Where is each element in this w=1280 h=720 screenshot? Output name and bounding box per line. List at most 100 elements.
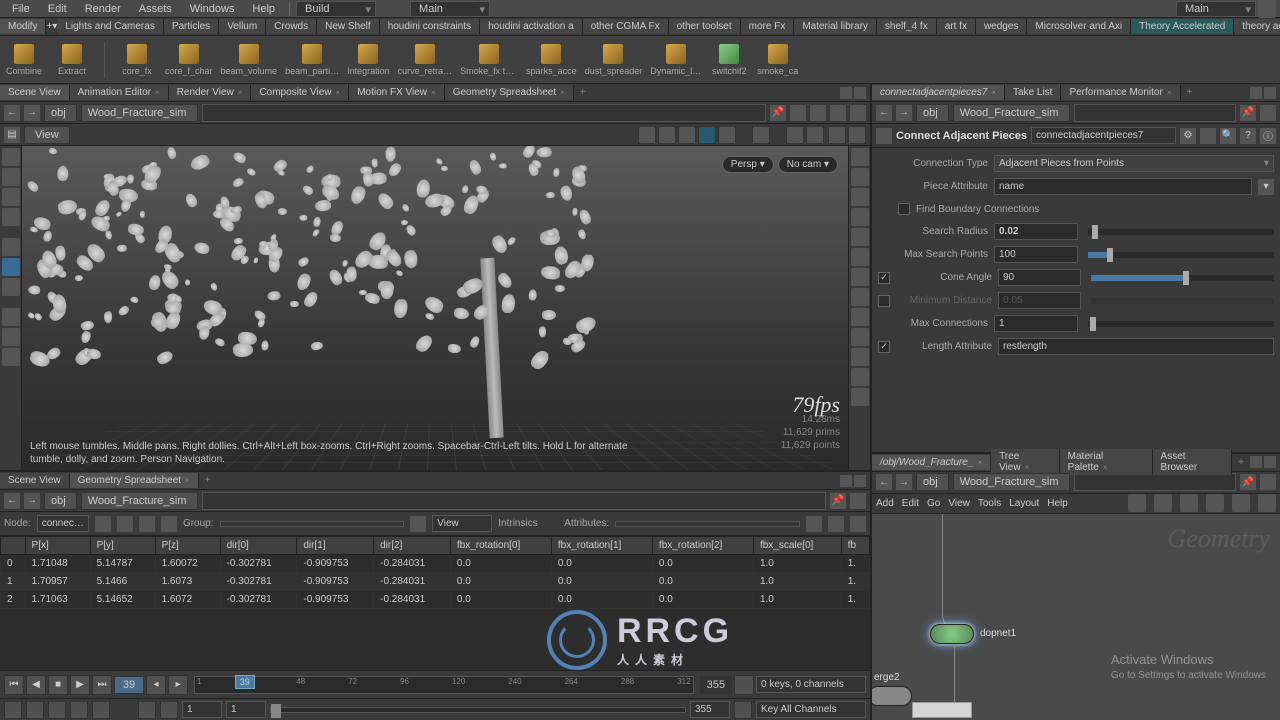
forward-button[interactable]: →: [896, 105, 912, 121]
prev-key-button[interactable]: ◂: [146, 675, 166, 695]
status-icon[interactable]: [138, 701, 156, 719]
column-header[interactable]: fbx_scale[0]: [753, 537, 841, 555]
tab-material-palette[interactable]: Material Palette×: [1060, 449, 1153, 475]
tab-geo-spreadsheet[interactable]: Geometry Spreadsheet×: [445, 85, 574, 100]
close-icon[interactable]: ×: [1025, 463, 1030, 472]
search-radius-slider[interactable]: [1088, 229, 1274, 235]
options-icon[interactable]: [828, 516, 844, 532]
display-icon[interactable]: [830, 105, 846, 121]
link-icon[interactable]: [850, 493, 866, 509]
column-header[interactable]: P[y]: [90, 537, 155, 555]
cell[interactable]: 0.0: [652, 555, 753, 573]
help-icon[interactable]: [1258, 0, 1276, 18]
tab-asset-browser[interactable]: Asset Browser: [1153, 449, 1233, 475]
group-field[interactable]: [220, 521, 405, 527]
pane-menu-icon[interactable]: [1250, 456, 1262, 468]
range-end[interactable]: 355: [690, 701, 730, 718]
pane-menu-icon[interactable]: [840, 87, 852, 99]
back-button[interactable]: ←: [876, 474, 892, 490]
cell[interactable]: 1: [1, 573, 26, 591]
realtime-icon[interactable]: [734, 675, 754, 695]
status-icon[interactable]: [70, 701, 88, 719]
current-frame[interactable]: 39: [114, 676, 144, 694]
path-crumb-node[interactable]: Wood_Fracture_sim: [953, 473, 1070, 491]
cell[interactable]: 1.6073: [155, 573, 220, 591]
help-icon[interactable]: [848, 126, 866, 144]
back-button[interactable]: ←: [4, 105, 20, 121]
net-menu-tools[interactable]: Tools: [978, 498, 1001, 509]
shelf-tool[interactable]: sparks_acce: [526, 44, 577, 76]
node-body[interactable]: [930, 624, 974, 644]
end-frame[interactable]: 355: [700, 676, 732, 694]
info-icon[interactable]: ⓘ: [1260, 128, 1276, 144]
select-tool[interactable]: [2, 148, 20, 166]
cell[interactable]: -0.909753: [297, 573, 374, 591]
cell[interactable]: 5.14652: [90, 591, 155, 609]
pane-menu-icon[interactable]: [840, 475, 852, 487]
menu-file[interactable]: File: [4, 1, 38, 17]
tool[interactable]: [2, 188, 20, 206]
search-icon[interactable]: 🔍: [1220, 128, 1236, 144]
forward-button[interactable]: →: [24, 105, 40, 121]
cell[interactable]: 1.6072: [155, 591, 220, 609]
network-canvas[interactable]: Geometry dopnet1 erge2: [872, 514, 1280, 720]
tab-animation-editor[interactable]: Animation Editor×: [70, 85, 169, 100]
cone-angle-slider[interactable]: [1091, 275, 1274, 281]
last-frame-button[interactable]: ⏭: [92, 675, 112, 695]
shelf-tab[interactable]: Crowds: [266, 19, 317, 34]
intrinsics-label[interactable]: Intrinsics: [498, 518, 558, 529]
cell[interactable]: 5.14787: [90, 555, 155, 573]
find-boundary-checkbox[interactable]: [898, 203, 910, 215]
path-input[interactable]: [1074, 104, 1236, 122]
max-search-field[interactable]: 100: [994, 246, 1078, 263]
column-header[interactable]: fbx_rotation[1]: [551, 537, 652, 555]
display-option[interactable]: [851, 228, 869, 246]
shelf-tab[interactable]: other CGMA Fx: [583, 19, 669, 34]
shelf-tool-combine[interactable]: Combine: [4, 44, 44, 76]
cell[interactable]: -0.284031: [374, 573, 451, 591]
display-option[interactable]: [851, 188, 869, 206]
cell[interactable]: 1.: [841, 591, 869, 609]
view-tool[interactable]: [638, 126, 656, 144]
pin-icon[interactable]: 📌: [1240, 105, 1256, 121]
cell[interactable]: -0.284031: [374, 555, 451, 573]
cell[interactable]: 0.0: [652, 573, 753, 591]
timeline-track[interactable]: 1 24 48 72 96 120 240 264 288 312 39: [194, 676, 694, 694]
shelf-tab[interactable]: shelf_4 fx: [877, 19, 937, 34]
node-body[interactable]: [872, 686, 912, 706]
pane-menu-icon[interactable]: [1250, 87, 1262, 99]
column-header[interactable]: P[z]: [155, 537, 220, 555]
shelf-tool[interactable]: dust_spreader: [585, 44, 643, 76]
tool[interactable]: [2, 348, 20, 366]
display-option[interactable]: [851, 248, 869, 266]
cell[interactable]: -0.909753: [297, 555, 374, 573]
column-header[interactable]: fb: [841, 537, 869, 555]
status-icon[interactable]: [92, 701, 110, 719]
cell[interactable]: 5.1466: [90, 573, 155, 591]
operator-name-field[interactable]: connectadjacentpieces7: [1031, 127, 1176, 144]
cone-angle-checkbox[interactable]: ✓: [878, 272, 890, 284]
close-icon[interactable]: ×: [155, 88, 160, 97]
shelf-tab[interactable]: Lights and Cameras: [57, 19, 164, 34]
cell[interactable]: 0.0: [551, 591, 652, 609]
net-menu-view[interactable]: View: [948, 498, 970, 509]
shelf-tool[interactable]: core_f_char: [165, 44, 213, 76]
shelf-tool[interactable]: smoke_ca: [757, 44, 798, 76]
cell[interactable]: 1.60072: [155, 555, 220, 573]
attributes-field[interactable]: [615, 521, 800, 527]
net-menu-layout[interactable]: Layout: [1009, 498, 1039, 509]
net-menu-go[interactable]: Go: [927, 498, 940, 509]
path-crumb-node[interactable]: Wood_Fracture_sim: [81, 492, 198, 510]
status-icon[interactable]: [4, 701, 22, 719]
prims-icon[interactable]: [139, 516, 155, 532]
path-crumb-obj[interactable]: obj: [44, 492, 77, 510]
path-crumb-obj[interactable]: obj: [916, 104, 949, 122]
viewport[interactable]: Persp ▾ No cam ▾ 79fps 14.28ms 11,629 pr…: [22, 146, 848, 470]
shelf-tool[interactable]: beam_parti…: [285, 44, 339, 76]
detail-icon[interactable]: [161, 516, 177, 532]
maximize-icon[interactable]: [854, 87, 866, 99]
shelf-tab[interactable]: other toolset: [669, 19, 741, 34]
flag-icon[interactable]: [1200, 128, 1216, 144]
display-option[interactable]: [851, 308, 869, 326]
close-icon[interactable]: ×: [991, 88, 996, 97]
